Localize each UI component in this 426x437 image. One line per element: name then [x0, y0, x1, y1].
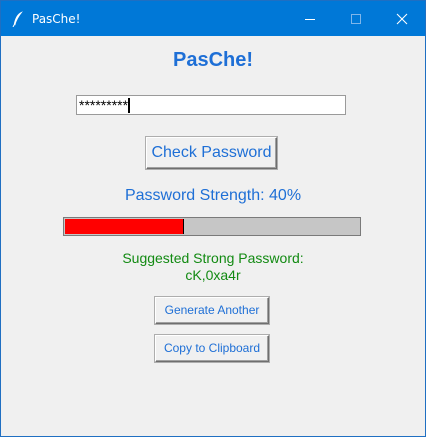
app-heading: PasChe!	[172, 49, 254, 71]
suggested-password-label: Suggested Strong Password:	[122, 250, 304, 266]
copy-to-clipboard-button[interactable]: Copy to Clipboard	[155, 335, 269, 362]
close-icon	[396, 13, 408, 25]
text-caret	[128, 98, 131, 113]
maximize-icon	[351, 14, 361, 24]
title-bar[interactable]: PasChe!	[1, 1, 425, 36]
generate-another-button[interactable]: Generate Another	[155, 297, 269, 324]
strength-progress-bar	[63, 217, 361, 236]
minimize-button[interactable]	[287, 1, 333, 36]
strength-progress-fill	[65, 219, 184, 234]
password-masked-value: *********	[79, 97, 129, 113]
window-title: PasChe!	[32, 12, 81, 26]
main-content: PasChe! ********* Check Password Passwor…	[1, 36, 425, 436]
minimize-icon	[305, 19, 315, 20]
maximize-button[interactable]	[333, 1, 379, 36]
check-password-button[interactable]: Check Password	[146, 137, 277, 169]
feather-icon	[11, 11, 25, 28]
app-window: PasChe! PasChe! ********* Check Password…	[0, 0, 426, 437]
strength-label: Password Strength: 40%	[124, 187, 302, 204]
suggested-password-value: cK,0xa4r	[185, 267, 241, 283]
close-button[interactable]	[379, 1, 425, 36]
password-input[interactable]: *********	[76, 95, 346, 115]
